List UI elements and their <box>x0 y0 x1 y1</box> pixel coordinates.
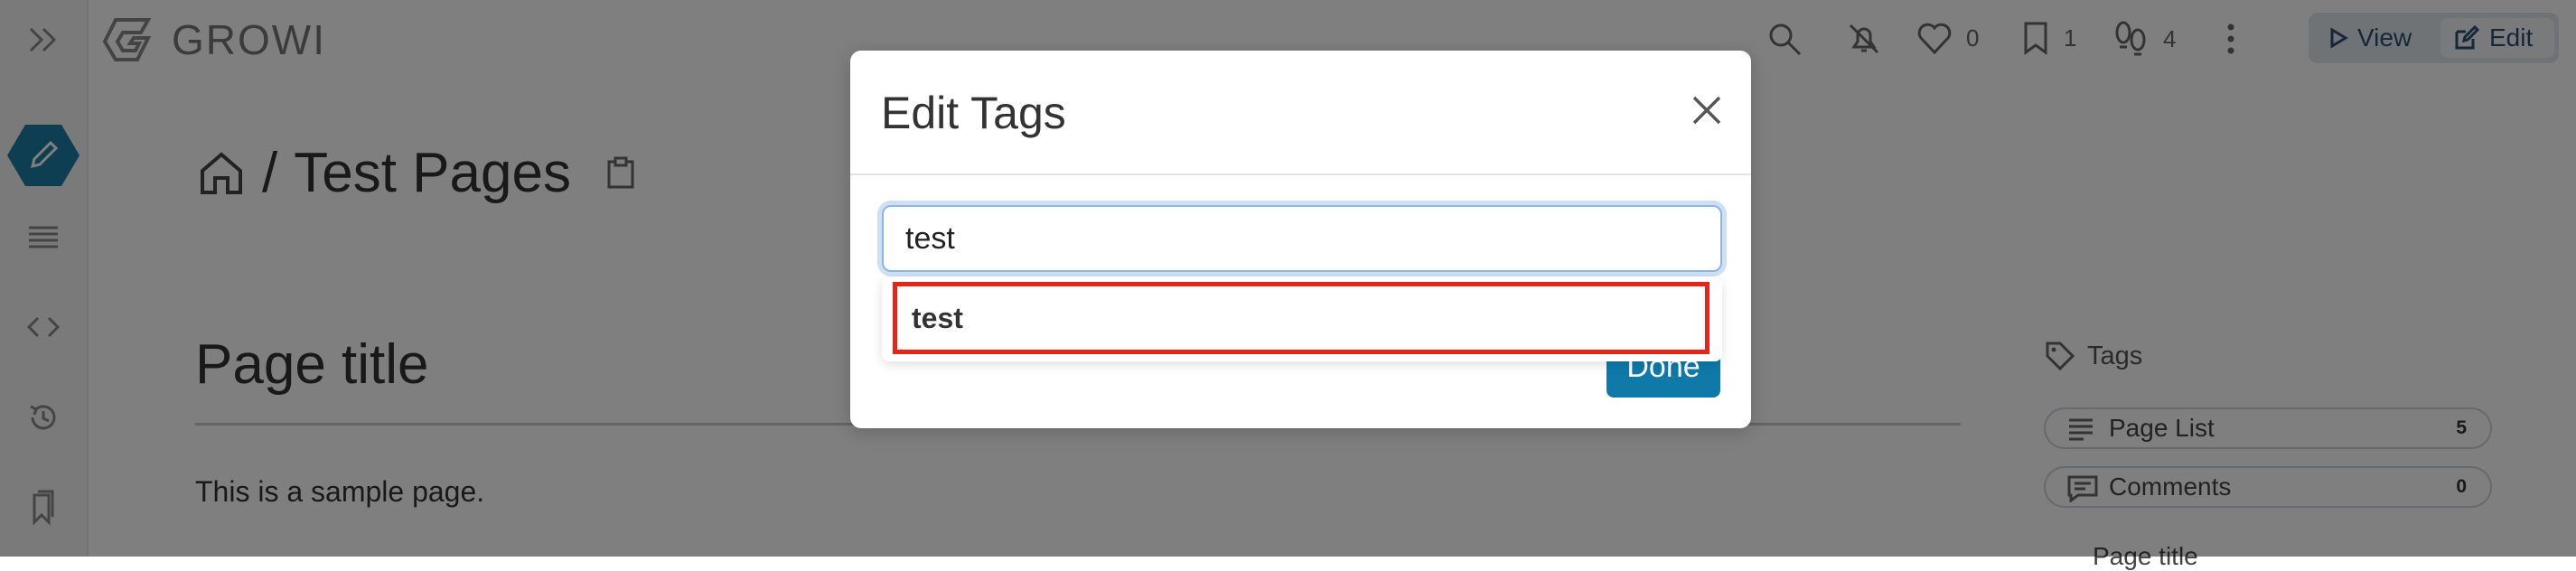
tag-suggestion-item[interactable]: test <box>893 282 1710 354</box>
tag-input[interactable]: test <box>882 205 1722 272</box>
close-icon <box>1692 96 1721 125</box>
modal-header-divider <box>850 173 1751 175</box>
modal-title: Edit Tags <box>881 88 1066 138</box>
close-button[interactable] <box>1685 89 1728 132</box>
